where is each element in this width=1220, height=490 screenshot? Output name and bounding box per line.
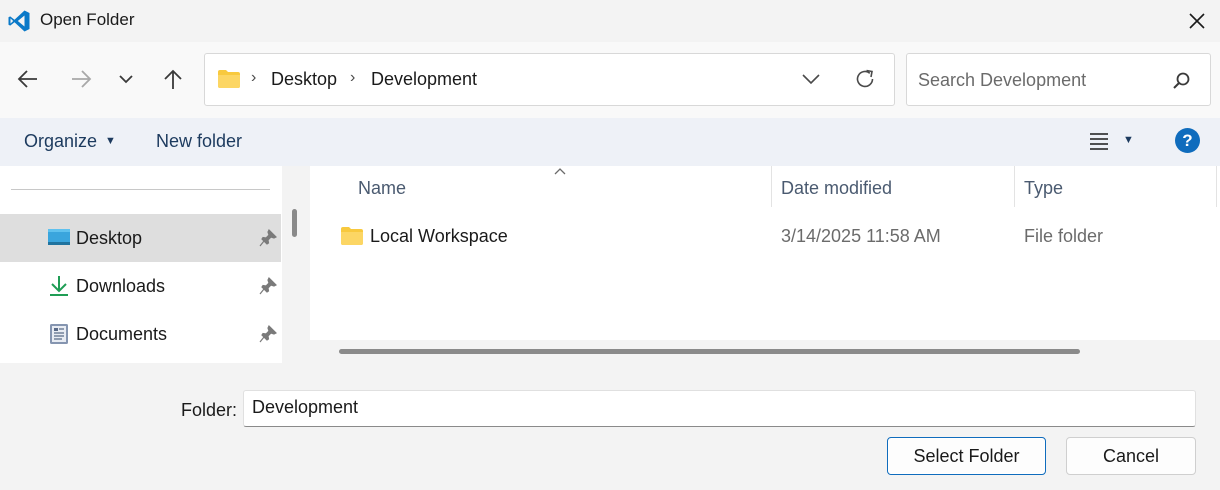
command-bar: Organize ▼ New folder ▼ ? — [0, 118, 1220, 166]
view-options-button[interactable] — [1088, 131, 1110, 156]
new-folder-button[interactable]: New folder — [156, 131, 242, 152]
search-input[interactable]: Search Development — [918, 70, 1086, 91]
column-header-date-modified[interactable]: Date modified — [781, 178, 892, 199]
file-type: File folder — [1024, 226, 1104, 246]
caret-down-icon: ▼ — [105, 135, 116, 147]
column-separator[interactable] — [1216, 166, 1217, 207]
pin-icon[interactable] — [259, 228, 278, 252]
download-icon — [47, 275, 71, 297]
chevron-down-icon — [119, 75, 133, 84]
refresh-button[interactable] — [853, 67, 877, 96]
file-list-horizontal-scrollbar[interactable] — [310, 340, 1220, 363]
folder-icon — [340, 226, 364, 251]
back-button[interactable] — [11, 62, 45, 96]
breadcrumb-separator: › — [251, 69, 257, 86]
caret-down-icon[interactable]: ▼ — [1123, 134, 1134, 146]
file-date-modified: 3/14/2025 11:58 AM — [781, 226, 941, 246]
help-icon[interactable]: ? — [1175, 128, 1200, 153]
breadcrumb-separator: › — [350, 69, 356, 86]
vscode-logo-icon — [7, 9, 31, 33]
title-bar: Open Folder — [0, 0, 1220, 42]
file-list: Name Date modified Type Local Workspace … — [310, 166, 1220, 340]
chevron-down-icon — [802, 74, 820, 85]
close-icon — [1189, 13, 1205, 29]
folder-label: Folder: — [181, 400, 238, 420]
forward-button[interactable] — [64, 62, 98, 96]
nav-item-label: Desktop — [76, 228, 143, 248]
search-box[interactable]: Search Development — [906, 53, 1211, 106]
list-view-icon — [1090, 133, 1108, 150]
breadcrumb-development[interactable]: Development — [371, 69, 477, 90]
arrow-left-icon — [17, 70, 37, 88]
window-title: Open Folder — [40, 10, 135, 29]
scrollbar-thumb[interactable] — [339, 349, 1080, 354]
sort-ascending-icon — [553, 164, 567, 182]
desktop-icon — [47, 227, 71, 249]
nav-item-desktop[interactable]: Desktop — [0, 214, 281, 262]
column-header-name[interactable]: Name — [358, 178, 406, 199]
search-icon[interactable] — [1172, 71, 1192, 96]
recent-locations-button[interactable] — [109, 62, 143, 96]
file-name: Local Workspace — [370, 226, 508, 246]
navigation-bar: › Desktop › Development Search Developme… — [0, 42, 1220, 118]
address-history-button[interactable] — [801, 69, 821, 94]
scrollbar-thumb[interactable] — [292, 209, 297, 237]
organize-menu[interactable]: Organize ▼ — [24, 131, 116, 152]
divider — [11, 189, 270, 190]
folder-name-input[interactable]: Development — [243, 390, 1196, 427]
nav-item-documents[interactable]: Documents — [0, 310, 281, 358]
nav-pane-scrollbar[interactable] — [282, 166, 310, 363]
column-separator[interactable] — [771, 166, 772, 207]
arrow-right-icon — [72, 70, 92, 88]
column-separator[interactable] — [1014, 166, 1015, 207]
column-header-type[interactable]: Type — [1024, 178, 1063, 199]
close-button[interactable] — [1180, 4, 1214, 38]
dialog-footer: Folder: Development Select Folder Cancel — [0, 363, 1220, 490]
nav-item-downloads[interactable]: Downloads — [0, 262, 281, 310]
select-folder-button[interactable]: Select Folder — [887, 437, 1046, 475]
nav-item-label: Downloads — [76, 276, 166, 296]
pin-icon[interactable] — [259, 324, 278, 348]
documents-icon — [47, 323, 71, 345]
nav-item-label: Documents — [76, 324, 168, 344]
up-button[interactable] — [156, 62, 190, 96]
cancel-button[interactable]: Cancel — [1066, 437, 1196, 475]
navigation-pane: Desktop Downloads Documents — [0, 166, 282, 363]
breadcrumb-desktop[interactable]: Desktop — [271, 69, 337, 90]
table-row[interactable]: Local Workspace 3/14/2025 11:58 AM File … — [310, 218, 1220, 254]
folder-icon — [217, 69, 241, 94]
pin-icon[interactable] — [259, 276, 278, 300]
arrow-up-icon — [164, 69, 182, 89]
refresh-icon — [856, 69, 874, 88]
organize-label: Organize — [24, 131, 98, 151]
address-bar[interactable]: › Desktop › Development — [204, 53, 895, 106]
